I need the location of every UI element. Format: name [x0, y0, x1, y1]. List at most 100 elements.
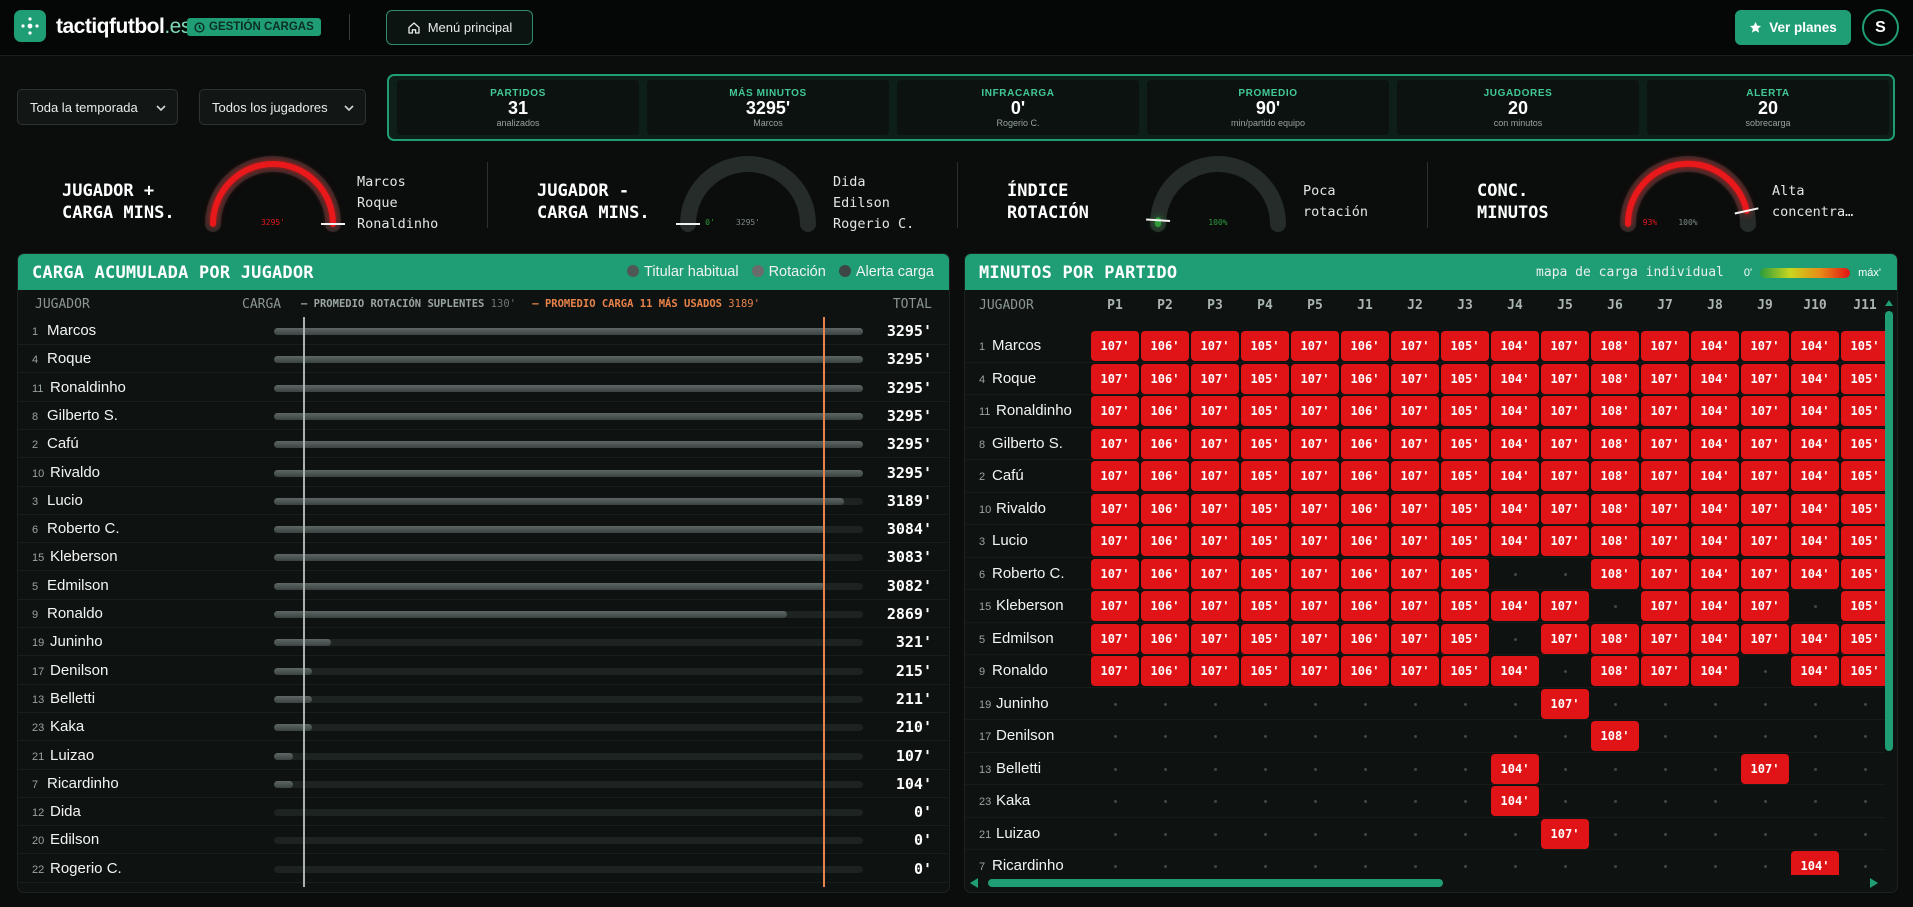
minutes-cell[interactable]: 105' — [1841, 623, 1885, 654]
minutes-cell[interactable]: 107' — [1391, 461, 1439, 491]
match-header[interactable]: J2 — [1391, 298, 1439, 313]
minutes-cell[interactable]: 107' — [1391, 526, 1439, 556]
minutes-cell[interactable]: 105' — [1841, 656, 1885, 686]
load-row[interactable]: 13 Belletti 211' — [18, 685, 948, 713]
minutes-cell[interactable]: 107' — [1191, 591, 1239, 621]
minutes-cell[interactable]: 104' — [1791, 331, 1839, 361]
minutes-cell[interactable]: 106' — [1141, 396, 1189, 426]
minutes-cell[interactable]: 104' — [1491, 396, 1539, 426]
minutes-cell[interactable]: 105' — [1441, 331, 1489, 361]
minutes-cell[interactable]: 105' — [1841, 396, 1885, 426]
minutes-cell[interactable]: 106' — [1141, 363, 1189, 394]
minutes-cell[interactable]: 108' — [1591, 721, 1639, 751]
minutes-cell[interactable]: 104' — [1491, 331, 1539, 361]
minutes-cell[interactable]: 105' — [1441, 526, 1489, 556]
minutes-cell[interactable]: 107' — [1391, 493, 1439, 524]
load-row[interactable]: 3 Lucio 3189' — [18, 487, 948, 515]
minutes-cell[interactable]: 104' — [1691, 623, 1739, 654]
minutes-cell[interactable]: 107' — [1291, 331, 1339, 361]
minutes-cell[interactable]: 108' — [1591, 493, 1639, 524]
minutes-cell[interactable]: 106' — [1341, 623, 1389, 654]
players-select[interactable]: Todos los jugadores — [199, 89, 366, 125]
minutes-cell[interactable]: 107' — [1291, 526, 1339, 556]
minutes-cell[interactable]: 107' — [1541, 688, 1589, 719]
minutes-cell[interactable]: 107' — [1641, 558, 1689, 589]
minutes-cell[interactable]: 107' — [1641, 363, 1689, 394]
minutes-cell[interactable]: 108' — [1591, 558, 1639, 589]
minutes-cell[interactable]: 105' — [1441, 493, 1489, 524]
minutes-cell[interactable]: 106' — [1141, 461, 1189, 491]
minutes-cell[interactable]: 107' — [1291, 623, 1339, 654]
minutes-cell[interactable]: 107' — [1741, 331, 1789, 361]
scroll-left-icon[interactable] — [969, 878, 979, 888]
minutes-cell[interactable]: 105' — [1441, 461, 1489, 491]
match-header[interactable]: P2 — [1141, 298, 1189, 313]
user-avatar[interactable]: S — [1862, 9, 1899, 46]
minutes-cell[interactable]: 104' — [1691, 428, 1739, 459]
minutes-cell[interactable]: 107' — [1091, 363, 1139, 394]
minutes-cell[interactable]: 104' — [1691, 558, 1739, 589]
minutes-cell[interactable]: 104' — [1791, 493, 1839, 524]
minutes-cell[interactable]: 105' — [1441, 623, 1489, 654]
minutes-cell[interactable]: 107' — [1741, 363, 1789, 394]
minutes-cell[interactable]: 106' — [1141, 428, 1189, 459]
minutes-cell[interactable]: 107' — [1741, 493, 1789, 524]
minutes-cell[interactable]: 107' — [1641, 461, 1689, 491]
minutes-cell[interactable]: 106' — [1141, 591, 1189, 621]
minutes-cell[interactable]: 107' — [1541, 396, 1589, 426]
minutes-cell[interactable]: 106' — [1341, 493, 1389, 524]
minutes-cell[interactable]: 107' — [1541, 331, 1589, 361]
minutes-cell[interactable]: 107' — [1641, 493, 1689, 524]
minutes-cell[interactable]: 107' — [1741, 591, 1789, 621]
minutes-cell[interactable]: 107' — [1641, 623, 1689, 654]
minutes-cell[interactable]: 107' — [1191, 461, 1239, 491]
main-menu-button[interactable]: Menú principal — [386, 10, 533, 45]
minutes-cell[interactable]: 105' — [1241, 363, 1289, 394]
minutes-cell[interactable]: 107' — [1741, 558, 1789, 589]
minutes-cell[interactable]: 108' — [1591, 331, 1639, 361]
minutes-cell[interactable]: 107' — [1641, 428, 1689, 459]
minutes-cell[interactable]: 104' — [1791, 396, 1839, 426]
minutes-cell[interactable]: 104' — [1691, 461, 1739, 491]
minutes-cell[interactable]: 107' — [1641, 396, 1689, 426]
minutes-cell[interactable]: 108' — [1591, 526, 1639, 556]
match-header[interactable]: J11 — [1841, 298, 1885, 313]
minutes-cell[interactable]: 106' — [1341, 526, 1389, 556]
load-row[interactable]: 8 Gilberto S. 3295' — [18, 402, 948, 430]
load-row[interactable]: 4 Roque 3295' — [18, 345, 948, 374]
minutes-cell[interactable]: 107' — [1541, 623, 1589, 654]
minutes-cell[interactable]: 107' — [1091, 493, 1139, 524]
minutes-cell[interactable]: 105' — [1241, 558, 1289, 589]
minutes-cell[interactable]: 104' — [1491, 526, 1539, 556]
minutes-cell[interactable]: 107' — [1291, 558, 1339, 589]
minutes-cell[interactable]: 107' — [1191, 558, 1239, 589]
minutes-cell[interactable]: 107' — [1641, 331, 1689, 361]
minutes-cell[interactable]: 107' — [1091, 558, 1139, 589]
match-header[interactable]: P4 — [1241, 298, 1289, 313]
minutes-cell[interactable]: 107' — [1291, 396, 1339, 426]
minutes-cell[interactable]: 107' — [1291, 363, 1339, 394]
minutes-cell[interactable]: 105' — [1241, 396, 1289, 426]
minutes-cell[interactable]: 107' — [1741, 526, 1789, 556]
brand-name[interactable]: tactiqfutbol.es — [56, 15, 191, 39]
minutes-cell[interactable]: 105' — [1241, 493, 1289, 524]
minutes-cell[interactable]: 105' — [1841, 558, 1885, 589]
minutes-cell[interactable]: 104' — [1791, 428, 1839, 459]
minutes-cell[interactable]: 107' — [1391, 428, 1439, 459]
minutes-cell[interactable]: 104' — [1491, 363, 1539, 394]
vertical-scrollbar[interactable] — [1885, 299, 1893, 879]
logo-icon[interactable] — [14, 10, 46, 42]
load-row[interactable]: 7 Ricardinho 104' — [18, 770, 948, 798]
minutes-cell[interactable]: 105' — [1241, 526, 1289, 556]
minutes-cell[interactable]: 107' — [1391, 558, 1439, 589]
minutes-cell[interactable]: 106' — [1341, 331, 1389, 361]
minutes-cell[interactable]: 106' — [1141, 493, 1189, 524]
load-row[interactable]: 6 Roberto C. 3084' — [18, 515, 948, 544]
match-header[interactable]: P5 — [1291, 298, 1339, 313]
minutes-cell[interactable]: 105' — [1841, 493, 1885, 524]
minutes-cell[interactable]: 106' — [1341, 656, 1389, 686]
minutes-cell[interactable]: 104' — [1491, 591, 1539, 621]
match-header[interactable]: P1 — [1091, 298, 1139, 313]
load-row[interactable]: 11 Ronaldinho 3295' — [18, 374, 948, 402]
minutes-cell[interactable]: 107' — [1741, 396, 1789, 426]
